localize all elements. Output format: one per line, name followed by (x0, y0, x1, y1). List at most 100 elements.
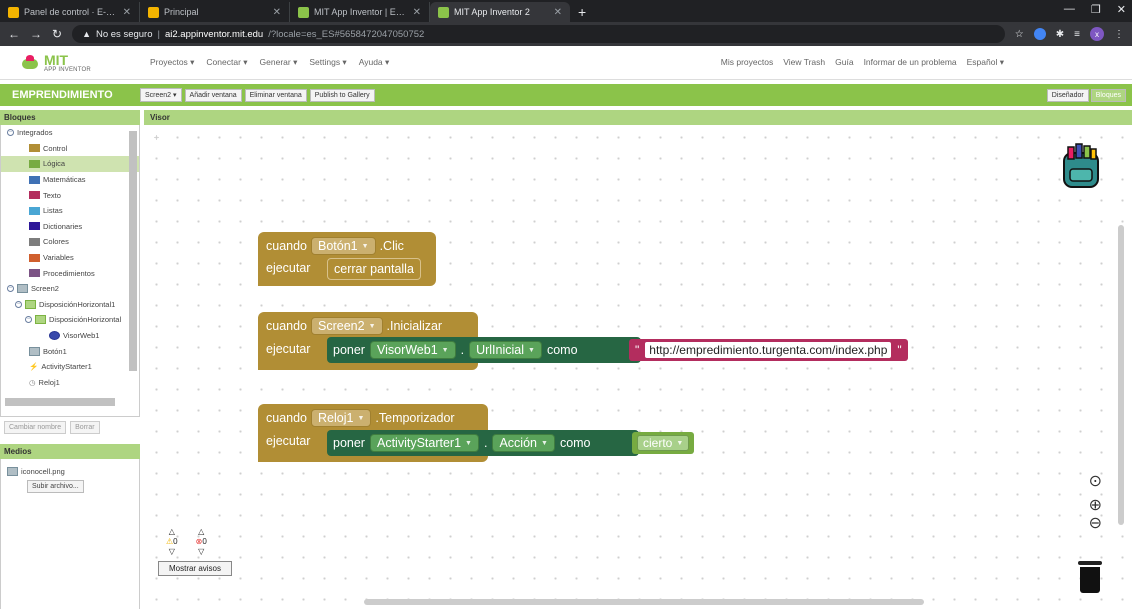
close-screen-block[interactable]: cerrar pantalla (327, 258, 421, 280)
browser-tab-appinventor[interactable]: MIT App Inventor 2 ✕ (430, 2, 570, 22)
collapse-icon[interactable]: − (15, 300, 22, 308)
close-icon[interactable]: ✕ (413, 7, 421, 18)
tree-item-visorweb[interactable]: VisorWeb1 (1, 328, 139, 344)
boolean-dropdown[interactable]: cierto ▼ (637, 435, 690, 451)
menu-guia[interactable]: Guía (835, 57, 853, 68)
arrow-down-icon[interactable]: ▽ (198, 547, 204, 557)
menu-language[interactable]: Español ▾ (967, 57, 1004, 68)
puzzle-icon[interactable]: ✱ (1056, 29, 1064, 40)
text-string-block[interactable]: " http://empredimiento.turgenta.com/inde… (629, 339, 908, 361)
avatar[interactable]: x (1090, 27, 1104, 41)
boolean-block[interactable]: cierto ▼ (632, 432, 695, 454)
menu-mis-proyectos[interactable]: Mis proyectos (721, 57, 773, 68)
tree-item-screen2[interactable]: − Screen2 (1, 281, 139, 297)
designer-button[interactable]: Diseñador (1046, 88, 1089, 102)
back-icon[interactable]: ← (8, 27, 20, 41)
menu-view-trash[interactable]: View Trash (783, 57, 825, 68)
tree-item-builtin[interactable]: Lógica (1, 156, 139, 172)
tab-label: MIT App Inventor 2 (454, 7, 530, 17)
menu-proyectos[interactable]: Proyectos ▾ (150, 57, 194, 68)
media-file-item[interactable]: iconocell.png (7, 467, 133, 476)
component-dropdown[interactable]: Botón1 ▼ (311, 237, 376, 255)
close-icon[interactable]: ✕ (554, 7, 562, 18)
close-icon[interactable]: ✕ (123, 7, 131, 18)
new-tab-button[interactable]: + (570, 2, 594, 22)
workspace-horizontal-scrollbar[interactable] (364, 599, 924, 605)
url-path: /?locale=es_ES#5658472047050752 (268, 28, 425, 40)
add-screen-button[interactable]: Añadir ventana (184, 88, 242, 102)
tree-item-integrados[interactable]: − Integrados (1, 125, 139, 141)
component-dropdown[interactable]: VisorWeb1 ▼ (369, 341, 456, 359)
show-warnings-button[interactable]: Mostrar avisos (158, 561, 232, 576)
arrow-up-icon[interactable]: △ (198, 527, 204, 537)
tree-horizontal-scrollbar[interactable] (5, 398, 115, 406)
collapse-icon[interactable]: − (7, 285, 14, 293)
project-toolbar: EMPRENDIMIENTO Screen2 ▾ Añadir ventana … (0, 84, 1132, 106)
browser-tab-principal[interactable]: Principal ✕ (140, 2, 290, 22)
component-dropdown[interactable]: Reloj1 ▼ (311, 409, 372, 427)
tree-item-reloj[interactable]: ◷ Reloj1 (1, 375, 139, 391)
set-property-block[interactable]: poner ActivityStarter1 ▼ . Acción ▼ como (327, 430, 639, 456)
workspace-canvas[interactable]: cuando Botón1 ▼ .Clic ejecutar cerrar pan… (144, 125, 1132, 609)
tree-item-builtin[interactable]: Texto (1, 187, 139, 203)
menu-ayuda[interactable]: Ayuda ▾ (359, 57, 390, 68)
forward-icon[interactable]: → (30, 27, 42, 41)
tree-item-builtin[interactable]: Dictionaries (1, 219, 139, 235)
zoom-in-icon[interactable]: ⊕ (1089, 495, 1102, 515)
playlist-icon[interactable]: ≡ (1074, 29, 1080, 40)
backpack-icon[interactable] (1058, 141, 1104, 191)
menu-settings[interactable]: Settings ▾ (309, 57, 346, 68)
tree-item-activity[interactable]: ⚡ ActivityStarter1 (1, 359, 139, 375)
reload-icon[interactable]: ↻ (52, 27, 62, 41)
property-dropdown[interactable]: UrlInicial ▼ (469, 341, 542, 359)
star-icon[interactable]: ☆ (1015, 29, 1024, 40)
browser-tab-explore[interactable]: MIT App Inventor | Explore MIT ✕ (290, 2, 430, 22)
address-bar[interactable]: ▲ No es seguro | ai2.appinventor.mit.edu… (72, 25, 1005, 43)
tree-item-builtin[interactable]: Matemáticas (1, 172, 139, 188)
tree-item-boton[interactable]: Botón1 (1, 343, 139, 359)
media-panel: Medios iconocell.png Subir archivo... (0, 444, 140, 609)
close-window-icon[interactable]: ✕ (1117, 3, 1126, 16)
screen-select-button[interactable]: Screen2 ▾ (140, 88, 182, 102)
remove-screen-button[interactable]: Eliminar ventana (244, 88, 307, 102)
collapse-icon[interactable]: − (7, 129, 14, 137)
rename-button[interactable]: Cambiar nombre (4, 421, 67, 434)
tree-item-builtin[interactable]: Listas (1, 203, 139, 219)
collapse-icon[interactable]: − (25, 316, 32, 324)
menu-generar[interactable]: Generar ▾ (260, 57, 298, 68)
zoom-out-icon[interactable]: ⊖ (1089, 513, 1102, 533)
tree-item-disposicion1[interactable]: − DisposiciónHorizontal1 (1, 297, 139, 313)
minimize-icon[interactable]: — (1064, 3, 1075, 16)
arrow-up-icon[interactable]: △ (169, 527, 175, 537)
property-dropdown[interactable]: Acción ▼ (492, 434, 555, 452)
browser-tab-panel[interactable]: Panel de control · E-mprendimie ✕ (0, 2, 140, 22)
set-property-block[interactable]: poner VisorWeb1 ▼ . UrlInicial ▼ como (327, 337, 641, 363)
center-icon[interactable]: ⊙ (1089, 471, 1102, 491)
tree-item-disposicion2[interactable]: − DisposiciónHorizontal (1, 312, 139, 328)
top-menu: Proyectos ▾ Conectar ▾ Generar ▾ Setting… (150, 57, 389, 68)
menu-conectar[interactable]: Conectar ▾ (206, 57, 247, 68)
workspace-vertical-scrollbar[interactable] (1118, 225, 1124, 525)
tab-label: MIT App Inventor | Explore MIT (314, 7, 408, 17)
trash-icon[interactable] (1078, 561, 1102, 595)
tree-item-builtin[interactable]: Colores (1, 234, 139, 250)
menu-report-problem[interactable]: Informar de un problema (864, 57, 957, 68)
arrow-down-icon[interactable]: ▽ (169, 547, 175, 557)
tree-item-builtin[interactable]: Control (1, 141, 139, 157)
maximize-icon[interactable]: ❐ (1091, 3, 1101, 16)
text-value-field[interactable]: http://empredimiento.turgenta.com/index.… (645, 342, 892, 358)
publish-gallery-button[interactable]: Publish to Gallery (309, 88, 375, 102)
blocks-workspace: Visor cuando Botón1 ▼ .Clic ejecutar cerr… (144, 110, 1132, 609)
tree-item-builtin[interactable]: Procedimientos (1, 265, 139, 281)
close-icon[interactable]: ✕ (273, 7, 281, 18)
extension-icon[interactable] (1033, 28, 1046, 40)
kebab-menu-icon[interactable]: ⋮ (1114, 29, 1124, 40)
delete-button[interactable]: Borrar (70, 421, 100, 434)
component-dropdown[interactable]: Screen2 ▼ (311, 317, 383, 335)
upload-file-button[interactable]: Subir archivo... (27, 480, 84, 493)
tree-item-builtin[interactable]: Variables (1, 250, 139, 266)
component-dropdown[interactable]: ActivityStarter1 ▼ (369, 434, 479, 452)
blocks-button[interactable]: Bloques (1090, 88, 1126, 102)
app-logo[interactable]: MIT APP INVENTOR (0, 53, 120, 73)
tree-vertical-scrollbar[interactable] (129, 131, 137, 371)
